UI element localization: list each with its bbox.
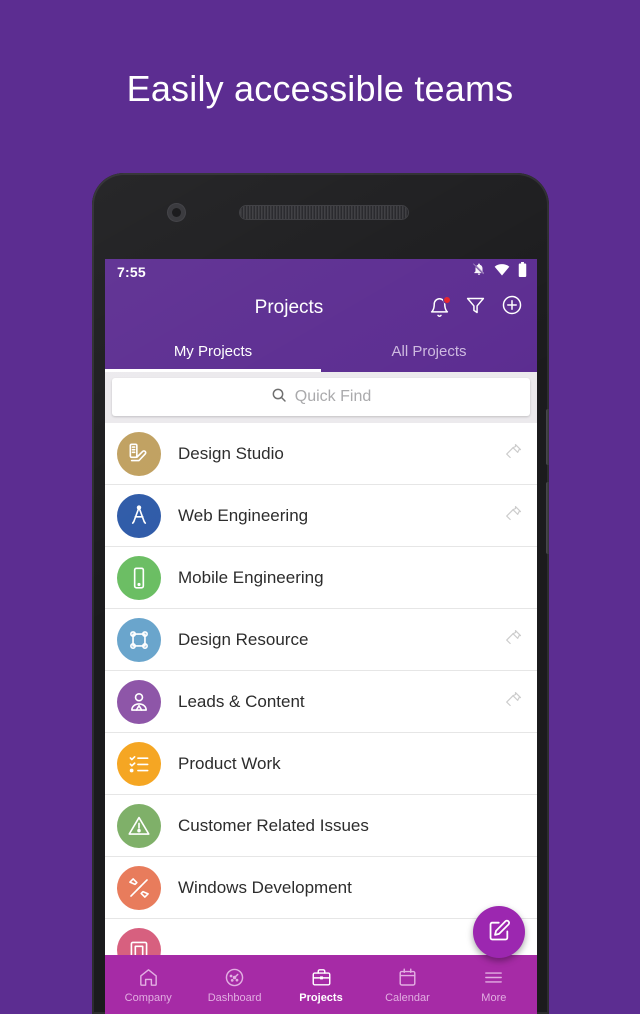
phone-screen: 7:55 Projects My Projects All Projects Q… xyxy=(105,259,537,1014)
front-camera-icon xyxy=(168,204,185,221)
menu-icon xyxy=(482,965,505,989)
project-name: Mobile Engineering xyxy=(178,567,324,587)
notification-badge xyxy=(443,296,451,304)
project-list[interactable]: Design Studio Web Engineering Mobile Engin… xyxy=(105,423,537,981)
search-input[interactable]: Quick Find xyxy=(112,378,530,416)
battery-full-icon xyxy=(518,261,527,282)
tab-my-projects-label: My Projects xyxy=(173,343,253,360)
wifi-icon xyxy=(494,263,510,281)
tools-icon xyxy=(117,865,161,910)
pin-icon[interactable] xyxy=(504,690,523,714)
filter-icon[interactable] xyxy=(465,295,486,321)
earpiece-speaker xyxy=(240,206,408,219)
pin-icon[interactable] xyxy=(504,504,523,528)
briefcase-icon xyxy=(310,965,333,989)
nav-item-label: Dashboard xyxy=(207,992,262,1004)
tab-indicator xyxy=(105,369,321,372)
search-placeholder: Quick Find xyxy=(294,388,372,405)
person-icon xyxy=(117,679,161,724)
volume-button[interactable] xyxy=(546,409,549,465)
project-row[interactable]: Web Engineering xyxy=(105,485,537,547)
app-bar-actions xyxy=(429,294,537,321)
warning-icon xyxy=(117,803,161,848)
status-time: 7:55 xyxy=(117,263,146,280)
nav-item-label: Company xyxy=(124,992,172,1004)
project-row[interactable]: Mobile Engineering xyxy=(105,547,537,609)
home-icon xyxy=(137,965,160,989)
power-button[interactable] xyxy=(546,482,549,554)
project-name: Customer Related Issues xyxy=(178,815,369,835)
project-row[interactable]: Design Studio xyxy=(105,423,537,485)
project-name: Windows Development xyxy=(178,877,352,897)
tab-all-projects[interactable]: All Projects xyxy=(321,331,537,372)
nav-item-label: More xyxy=(481,992,507,1004)
tab-my-projects[interactable]: My Projects xyxy=(105,331,321,372)
project-row[interactable]: Windows Development xyxy=(105,857,537,919)
status-bar: 7:55 xyxy=(105,259,537,284)
search-area: Quick Find xyxy=(105,372,537,423)
tab-all-projects-label: All Projects xyxy=(391,343,467,360)
nav-item-projects[interactable]: Projects xyxy=(278,955,364,1014)
calendar-icon xyxy=(396,965,419,989)
bottom-navigation[interactable]: Company Dashboard Projects Calendar More xyxy=(105,955,537,1014)
nav-item-label: Projects xyxy=(299,992,343,1004)
edit-note-icon xyxy=(487,918,512,946)
dashboard-icon xyxy=(223,965,246,989)
phone-device: 7:55 Projects My Projects All Projects Q… xyxy=(92,173,549,1014)
app-bar: Projects xyxy=(105,284,537,331)
phone-icon xyxy=(117,555,161,600)
search-icon xyxy=(271,387,287,408)
palette-icon xyxy=(117,431,161,476)
vector-icon xyxy=(117,617,161,662)
nav-item-company[interactable]: Company xyxy=(105,955,191,1014)
nav-item-calendar[interactable]: Calendar xyxy=(364,955,450,1014)
pin-icon[interactable] xyxy=(504,628,523,652)
nav-item-label: Calendar xyxy=(385,992,430,1004)
tab-bar: My Projects All Projects xyxy=(105,331,537,372)
project-name: Web Engineering xyxy=(178,505,309,525)
nav-item-dashboard[interactable]: Dashboard xyxy=(191,955,277,1014)
status-icons xyxy=(472,261,527,282)
project-row[interactable]: Customer Related Issues xyxy=(105,795,537,857)
notifications-icon[interactable] xyxy=(429,296,451,318)
add-circle-icon[interactable] xyxy=(501,294,523,321)
checklist-icon xyxy=(117,741,161,786)
project-name: Product Work xyxy=(178,753,281,773)
project-name: Design Resource xyxy=(178,629,309,649)
compose-button[interactable] xyxy=(473,906,525,958)
project-row[interactable]: Product Work xyxy=(105,733,537,795)
pin-icon[interactable] xyxy=(504,442,523,466)
project-name: Design Studio xyxy=(178,443,284,463)
bell-off-icon xyxy=(472,262,486,281)
page-title: Easily accessible teams xyxy=(126,68,514,109)
nav-item-more[interactable]: More xyxy=(451,955,537,1014)
project-row[interactable]: Design Resource xyxy=(105,609,537,671)
project-name: Leads & Content xyxy=(178,691,305,711)
project-row[interactable]: Leads & Content xyxy=(105,671,537,733)
compass-icon xyxy=(117,493,161,538)
